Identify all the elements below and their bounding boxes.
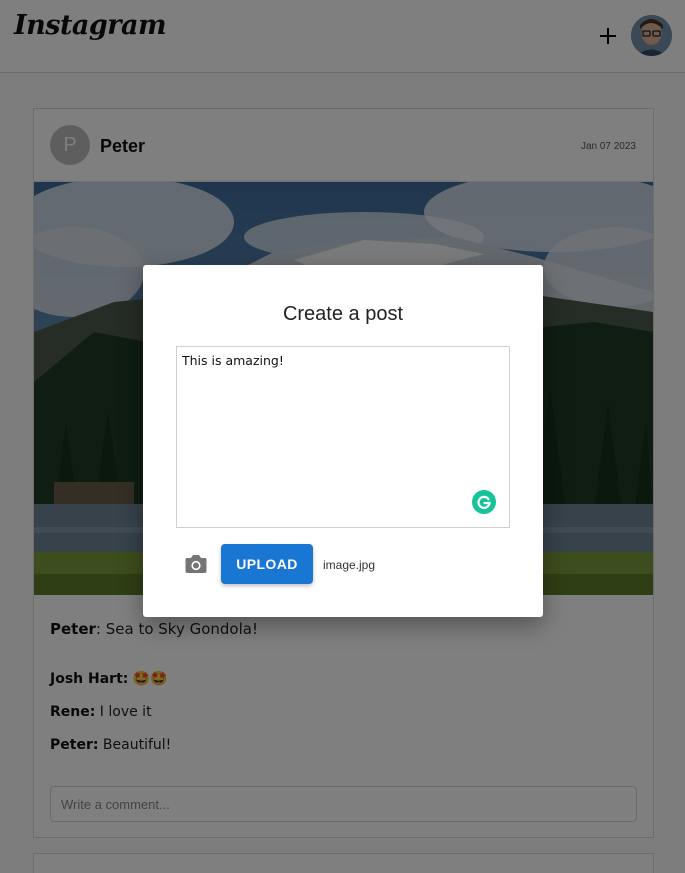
selected-file-name: image.jpg	[323, 558, 376, 572]
grammarly-icon[interactable]	[472, 490, 496, 514]
grammarly-g-icon	[477, 495, 491, 509]
post-text-input[interactable]	[176, 346, 510, 528]
upload-button[interactable]: UPLOAD	[221, 544, 313, 584]
camera-glyph-icon	[185, 555, 207, 573]
create-post-modal: Create a post UPLOAD image.jpg	[143, 265, 543, 617]
modal-title: Create a post	[282, 303, 404, 325]
camera-icon[interactable]	[184, 553, 208, 575]
